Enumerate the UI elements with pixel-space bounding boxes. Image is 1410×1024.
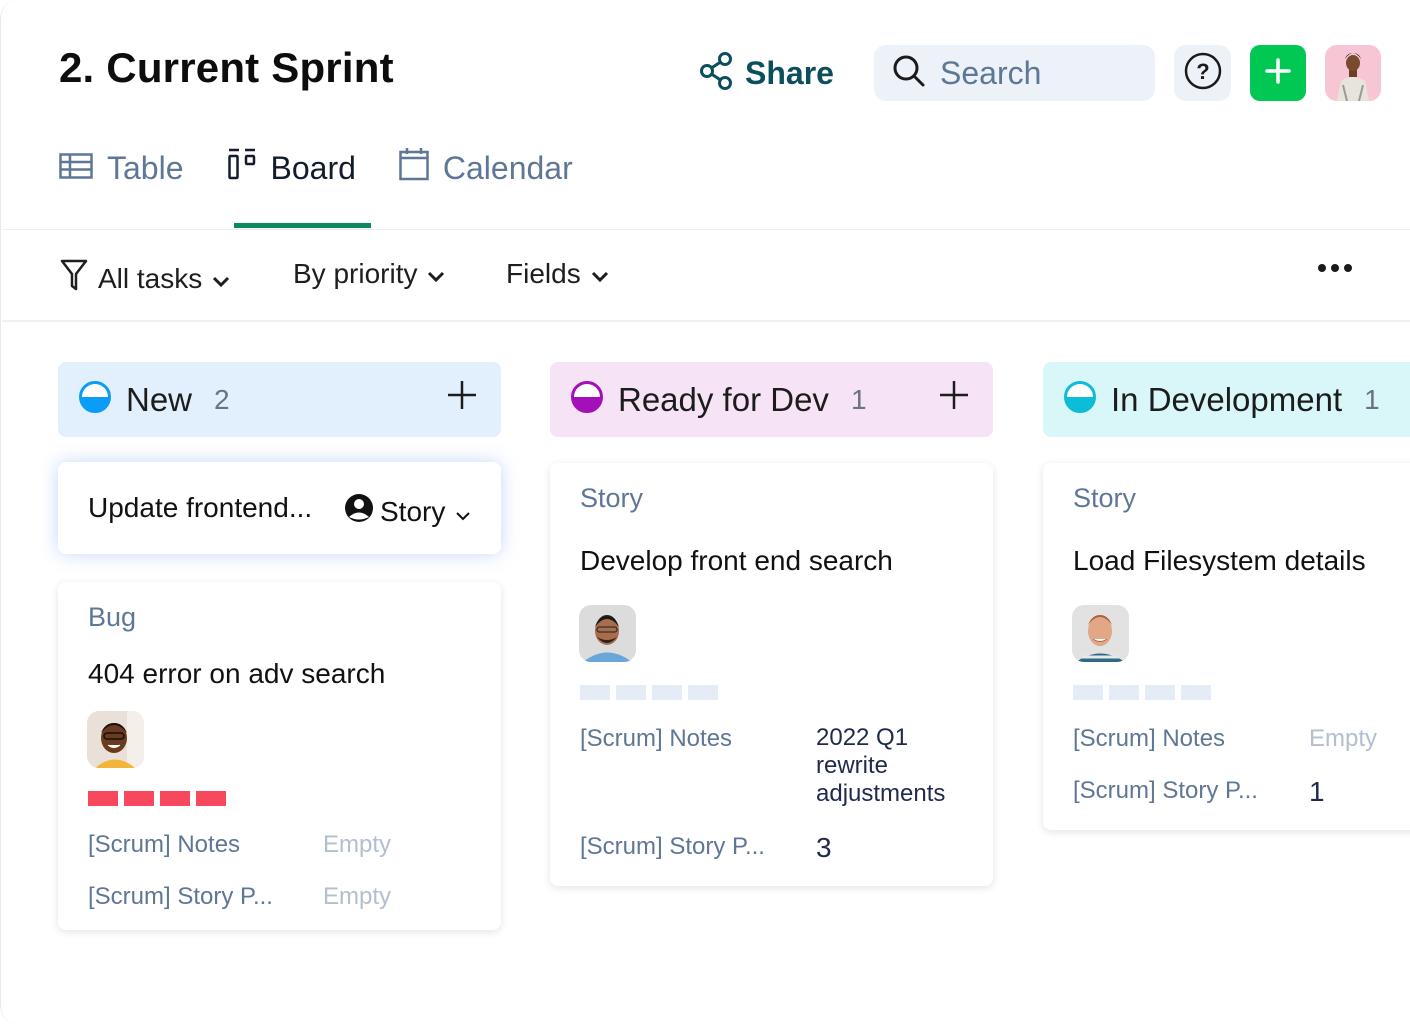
field-label-notes: [Scrum] Notes — [1073, 725, 1226, 752]
chevron-down-icon — [212, 263, 230, 295]
plus-icon — [1265, 57, 1291, 89]
column-count: 1 — [850, 383, 867, 415]
status-half-circle-icon — [570, 380, 604, 419]
add-card-button[interactable] — [447, 380, 477, 415]
field-value-story-points[interactable]: 3 — [816, 832, 832, 864]
column-count: 2 — [214, 383, 230, 415]
priority-indicator — [88, 791, 226, 806]
card-type: Story — [1073, 483, 1137, 513]
search-input[interactable] — [940, 54, 1140, 92]
more-options-button[interactable] — [1318, 264, 1352, 272]
column-header-new: New 2 — [58, 362, 501, 437]
help-button[interactable]: ? — [1174, 45, 1231, 101]
fields-label: Fields — [506, 258, 581, 289]
priority-indicator — [580, 685, 718, 700]
priority-bar — [1145, 685, 1175, 700]
task-card[interactable]: Story Develop front end search [Scrum] N… — [550, 463, 993, 886]
column-count: 1 — [1364, 383, 1380, 415]
column-name: In Development — [1111, 380, 1343, 418]
priority-bar — [88, 791, 118, 806]
field-label-story-points: [Scrum] Story P... — [88, 883, 273, 910]
tab-calendar-label: Calendar — [442, 149, 573, 186]
tab-table-label: Table — [107, 149, 184, 186]
field-value-story-points[interactable]: Empty — [323, 883, 391, 911]
priority-indicator — [1073, 685, 1211, 700]
task-card[interactable]: Bug 404 error on adv search [Scrum] Note… — [58, 582, 501, 930]
ellipsis-icon-dot — [1344, 264, 1352, 272]
table-icon — [59, 150, 93, 187]
calendar-icon — [399, 147, 429, 189]
question-circle-icon: ? — [1183, 51, 1223, 96]
ellipsis-icon-dot — [1318, 264, 1326, 272]
priority-bar — [196, 791, 226, 806]
status-half-circle-icon — [1063, 380, 1097, 419]
card-title: Develop front end search — [580, 545, 893, 576]
add-card-button[interactable] — [939, 380, 969, 415]
column-name: Ready for Dev — [618, 380, 829, 418]
user-avatar[interactable] — [1325, 45, 1381, 101]
task-card[interactable]: Story Load Filesystem details [Scrum] No… — [1043, 463, 1410, 830]
field-label-notes: [Scrum] Notes — [88, 831, 241, 858]
column-header-in-development: In Development 1 — [1043, 362, 1410, 437]
svg-text:?: ? — [1196, 59, 1209, 84]
status-half-circle-icon — [78, 380, 112, 419]
chevron-down-icon — [591, 258, 609, 290]
add-button[interactable] — [1250, 45, 1306, 101]
quick-add-title[interactable]: Update frontend... — [88, 492, 312, 524]
field-label-notes: [Scrum] Notes — [580, 725, 733, 752]
card-title: 404 error on adv search — [88, 658, 386, 689]
quick-add-card[interactable]: Update frontend... Story — [58, 462, 501, 554]
card-type: Story — [580, 483, 644, 513]
column-header-ready-for-dev: Ready for Dev 1 — [550, 362, 993, 437]
tab-table[interactable]: Table — [59, 145, 184, 191]
app-window: 2. Current Sprint Share ? — [0, 0, 1410, 1024]
fields-dropdown[interactable]: Fields — [506, 258, 609, 290]
priority-bar — [1181, 685, 1211, 700]
priority-bar — [1109, 685, 1139, 700]
group-by-label: By priority — [293, 258, 418, 289]
tab-board-label: Board — [270, 149, 356, 186]
field-value-story-points[interactable]: 1 — [1309, 776, 1325, 808]
priority-bar — [616, 685, 646, 700]
share-label: Share — [745, 55, 834, 91]
column-name: New — [126, 380, 193, 418]
item-type-label: Story — [380, 495, 446, 527]
assignee-avatar[interactable] — [579, 605, 636, 662]
view-tabs: Table Board Calendar — [59, 145, 573, 191]
filter-dropdown[interactable]: All tasks — [60, 258, 230, 299]
filter-label: All tasks — [98, 262, 203, 294]
chevron-down-icon — [427, 258, 445, 290]
filter-icon — [60, 258, 88, 299]
field-label-story-points: [Scrum] Story P... — [580, 833, 765, 860]
priority-bar — [580, 685, 610, 700]
board-icon — [227, 148, 257, 188]
card-title: Load Filesystem details — [1073, 545, 1366, 576]
field-label-story-points: [Scrum] Story P... — [1073, 777, 1258, 804]
field-value-notes[interactable]: Empty — [323, 831, 391, 859]
board-toolbar: All tasks By priority Fields — [2, 229, 1410, 322]
page-title: 2. Current Sprint — [59, 44, 394, 91]
tab-board[interactable]: Board — [227, 145, 356, 191]
share-button[interactable]: Share — [699, 52, 834, 95]
priority-bar — [1073, 685, 1103, 700]
field-value-notes[interactable]: Empty — [1309, 725, 1377, 753]
card-type: Bug — [88, 602, 137, 632]
tab-calendar[interactable]: Calendar — [399, 145, 573, 191]
item-type-dropdown[interactable]: Story — [344, 493, 471, 530]
search-box[interactable] — [874, 45, 1155, 101]
chevron-down-icon — [455, 496, 471, 528]
share-icon — [699, 52, 733, 95]
search-icon — [892, 54, 926, 93]
priority-bar — [652, 685, 682, 700]
group-by-dropdown[interactable]: By priority — [293, 258, 445, 290]
priority-bar — [124, 791, 154, 806]
field-value-notes[interactable]: 2022 Q1 rewrite adjustments — [816, 724, 966, 808]
assignee-avatar[interactable] — [87, 711, 144, 768]
assignee-avatar[interactable] — [1072, 605, 1129, 662]
ellipsis-icon-dot — [1331, 264, 1339, 272]
user-circle-icon — [344, 493, 374, 530]
priority-bar — [160, 791, 190, 806]
active-tab-indicator — [234, 223, 371, 228]
priority-bar — [688, 685, 718, 700]
